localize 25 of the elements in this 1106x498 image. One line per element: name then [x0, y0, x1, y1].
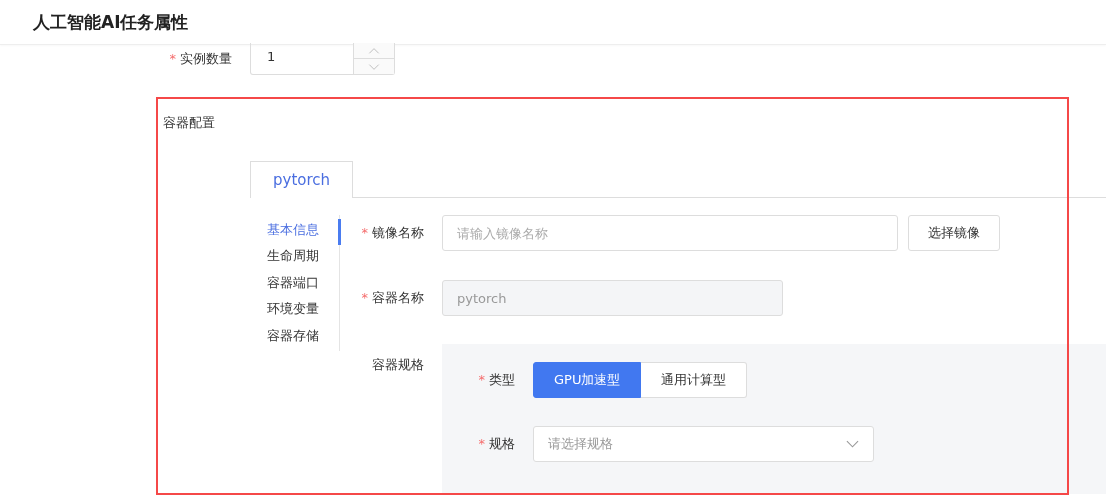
side-menu-item[interactable]: 容器端口 [250, 271, 341, 299]
required-mark: * [361, 290, 368, 305]
field-label: 规格 [489, 436, 515, 451]
field-label: 容器规格 [371, 356, 424, 374]
field-label: 镜像名称 [372, 225, 424, 240]
required-mark: * [478, 372, 485, 387]
field-label: 类型 [489, 372, 515, 387]
section-label: 容器配置 [163, 114, 215, 132]
chevron-down-icon [846, 440, 859, 448]
segment-option[interactable]: 通用计算型 [641, 362, 748, 398]
input-field[interactable]: 请输入镜像名称 [442, 215, 898, 251]
number-input[interactable]: 1 [250, 43, 395, 75]
side-menu-item[interactable]: 环境变量 [250, 298, 341, 325]
required-mark: * [478, 436, 485, 451]
required-mark: * [361, 225, 368, 240]
select-image-button[interactable]: 选择镜像 [908, 215, 1000, 251]
tab[interactable]: pytorch [250, 161, 354, 198]
side-menu-item[interactable]: 容器存储 [250, 324, 341, 352]
segment-option[interactable]: GPU加速型 [533, 362, 642, 398]
field-label: 实例数量 [180, 51, 232, 66]
side-menu-item[interactable]: 基本信息 [250, 219, 341, 246]
side-menu-item[interactable]: 生命周期 [250, 245, 341, 272]
required-mark: * [169, 51, 176, 66]
page-title: 人工智能AI任务属性 [33, 10, 189, 34]
field-label: 容器名称 [372, 290, 424, 305]
